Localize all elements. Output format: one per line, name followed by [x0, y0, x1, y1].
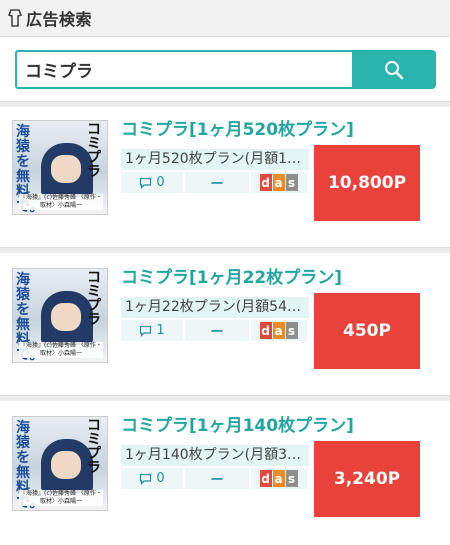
badge-a: a	[272, 322, 285, 339]
badge-d: d	[259, 322, 272, 339]
product-description: 1ヶ月140枚プラン(月額3…	[121, 445, 309, 466]
stats-row: 0 ー d a s	[121, 468, 309, 489]
list-item[interactable]: 海猿を無料で。 コミプラ 『海猿』(c)佐藤秀峰 〈原作・取材〉小森陽一 コミプ…	[0, 255, 450, 388]
dash-value: ー	[185, 468, 249, 489]
comment-count[interactable]: 0	[121, 172, 183, 193]
divider	[0, 395, 450, 401]
price-button[interactable]: 10,800P	[314, 145, 420, 221]
product-title[interactable]: コミプラ[1ヶ月520枚プラン]	[121, 115, 354, 140]
search-button[interactable]	[352, 50, 436, 89]
comment-icon	[140, 473, 152, 485]
search-icon	[385, 60, 404, 79]
character-face	[51, 451, 81, 479]
product-title[interactable]: コミプラ[1ヶ月22枚プラン]	[121, 263, 342, 288]
badge-a: a	[272, 470, 285, 487]
character-face	[51, 155, 81, 183]
character-face	[51, 303, 81, 331]
comment-icon	[140, 177, 152, 189]
badge-s: s	[285, 322, 298, 339]
shirt-tag-icon	[8, 9, 22, 27]
badge-s: s	[285, 470, 298, 487]
thumbnail-logo-text: コミプラ	[87, 418, 101, 476]
thumbnail-logo-text: コミプラ	[87, 122, 101, 180]
divider	[0, 247, 450, 253]
list-item[interactable]: 海猿を無料で。 コミプラ 『海猿』(c)佐藤秀峰 〈原作・取材〉小森陽一 コミプ…	[0, 107, 450, 240]
price-button[interactable]: 450P	[314, 293, 420, 369]
badge-d: d	[259, 174, 272, 191]
thumbnail-caption: 『海猿』(c)佐藤秀峰 〈原作・取材〉小森陽一	[19, 342, 103, 358]
thumbnail-logo-text: コミプラ	[87, 270, 101, 328]
product-description: 1ヶ月22枚プラン(月額54…	[121, 297, 309, 318]
badge-d: d	[259, 470, 272, 487]
badge-a: a	[272, 174, 285, 191]
comment-icon	[140, 325, 152, 337]
thumbnail-caption: 『海猿』(c)佐藤秀峰 〈原作・取材〉小森陽一	[19, 194, 103, 210]
product-description: 1ヶ月520枚プラン(月額1…	[121, 149, 309, 170]
comment-count-value: 1	[156, 323, 165, 338]
header-bar: 広告検索	[0, 0, 450, 37]
badge-s: s	[285, 174, 298, 191]
price-button[interactable]: 3,240P	[314, 441, 420, 517]
thumbnail-caption: 『海猿』(c)佐藤秀峰 〈原作・取材〉小森陽一	[19, 490, 103, 506]
page-title: 広告検索	[26, 10, 93, 29]
list-item[interactable]: 海猿を無料で。 コミプラ 『海猿』(c)佐藤秀峰 〈原作・取材〉小森陽一 コミプ…	[0, 403, 450, 536]
search-input[interactable]	[15, 50, 352, 89]
comment-count[interactable]: 0	[121, 468, 183, 489]
dash-value: ー	[185, 320, 249, 341]
device-badges: d a s	[251, 172, 307, 193]
comment-count-value: 0	[156, 471, 165, 486]
thumbnail-image[interactable]: 海猿を無料で。 コミプラ 『海猿』(c)佐藤秀峰 〈原作・取材〉小森陽一	[12, 268, 108, 363]
device-badges: d a s	[251, 468, 307, 489]
thumbnail-image[interactable]: 海猿を無料で。 コミプラ 『海猿』(c)佐藤秀峰 〈原作・取材〉小森陽一	[12, 416, 108, 511]
comment-count[interactable]: 1	[121, 320, 183, 341]
stats-row: 0 ー d a s	[121, 172, 309, 193]
search-bar	[15, 50, 436, 89]
device-badges: d a s	[251, 320, 307, 341]
thumbnail-image[interactable]: 海猿を無料で。 コミプラ 『海猿』(c)佐藤秀峰 〈原作・取材〉小森陽一	[12, 120, 108, 215]
dash-value: ー	[185, 172, 249, 193]
stats-row: 1 ー d a s	[121, 320, 309, 341]
comment-count-value: 0	[156, 175, 165, 190]
product-title[interactable]: コミプラ[1ヶ月140枚プラン]	[121, 411, 354, 436]
